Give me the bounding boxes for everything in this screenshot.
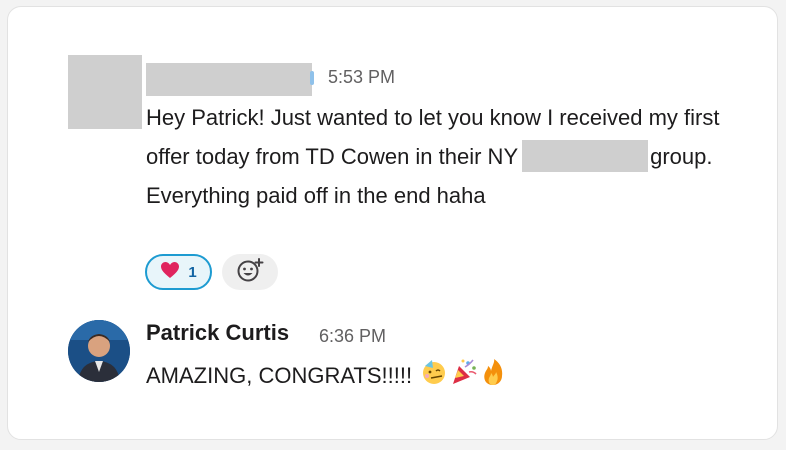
redacted-sender-name xyxy=(146,63,312,96)
heart-emoji-icon xyxy=(160,261,180,283)
reaction-count: 1 xyxy=(188,263,197,281)
redacted-avatar xyxy=(68,55,142,129)
message-timestamp[interactable]: 5:53 PM xyxy=(328,67,395,88)
message-text-2: AMAZING, CONGRATS!!!!! xyxy=(146,358,506,394)
message-card: 5:53 PM Hey Patrick! Just wanted to let … xyxy=(7,6,778,440)
avatar[interactable] xyxy=(68,320,130,382)
fire-emoji-icon xyxy=(480,358,506,394)
message-text: Hey Patrick! Just wanted to let you know… xyxy=(146,98,736,215)
redacted-text xyxy=(522,140,649,172)
message-timestamp-2[interactable]: 6:36 PM xyxy=(319,326,386,347)
add-reaction-button[interactable] xyxy=(222,254,278,290)
heart-reaction-button[interactable]: 1 xyxy=(145,254,212,290)
message-text-2-content: AMAZING, CONGRATS!!!!! xyxy=(146,363,413,388)
partying-face-emoji-icon xyxy=(420,358,448,394)
sender-name[interactable]: Patrick Curtis xyxy=(146,320,289,346)
redaction-edge xyxy=(310,71,314,85)
emoji-group xyxy=(420,358,506,394)
add-emoji-icon xyxy=(236,257,264,288)
party-popper-emoji-icon xyxy=(450,358,478,394)
